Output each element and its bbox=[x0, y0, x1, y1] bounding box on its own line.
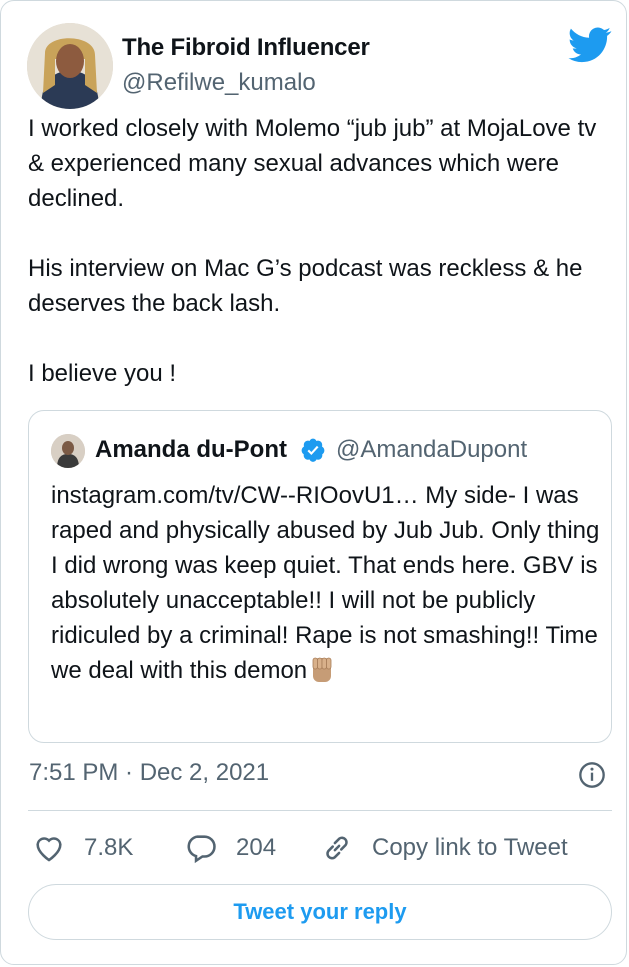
author-name[interactable]: The Fibroid Influencer bbox=[122, 34, 370, 62]
author-handle[interactable]: @Refilwe_kumalo bbox=[122, 69, 316, 97]
quoted-author-avatar bbox=[51, 434, 85, 468]
tweet-card: The Fibroid Influencer @Refilwe_kumalo I… bbox=[0, 0, 627, 965]
reply-count: 204 bbox=[236, 834, 277, 861]
divider bbox=[28, 810, 612, 811]
verified-badge-icon bbox=[301, 438, 325, 462]
twitter-bird-icon[interactable] bbox=[568, 27, 612, 63]
like-count: 7.8K bbox=[84, 834, 134, 861]
raised-fist-emoji-icon bbox=[312, 657, 332, 682]
quoted-author-name: Amanda du-Pont bbox=[95, 436, 287, 463]
author-avatar[interactable] bbox=[27, 23, 113, 109]
like-action[interactable]: 7.8K bbox=[32, 830, 133, 866]
quoted-tweet[interactable]: Amanda du-Pont @AmandaDupont instagram.c… bbox=[28, 410, 612, 743]
copy-link-label: Copy link to Tweet bbox=[372, 834, 568, 861]
quoted-tweet-text: instagram.com/tv/CW--RIOovU1… My side- I… bbox=[51, 478, 607, 688]
tweet-timestamp[interactable]: 7:51 PM · Dec 2, 2021 bbox=[29, 759, 269, 787]
link-icon bbox=[326, 836, 348, 860]
heart-icon bbox=[36, 837, 62, 862]
info-icon[interactable] bbox=[578, 761, 606, 789]
tweet-text: I worked closely with Molemo “jub jub” a… bbox=[28, 115, 597, 387]
tweet-your-reply-button[interactable]: Tweet your reply bbox=[28, 884, 612, 940]
reply-action[interactable]: 204 bbox=[184, 830, 276, 866]
speech-bubble-icon bbox=[187, 835, 216, 864]
copy-link-action[interactable]: Copy link to Tweet bbox=[320, 830, 568, 866]
quoted-author-handle: @AmandaDupont bbox=[336, 436, 528, 463]
